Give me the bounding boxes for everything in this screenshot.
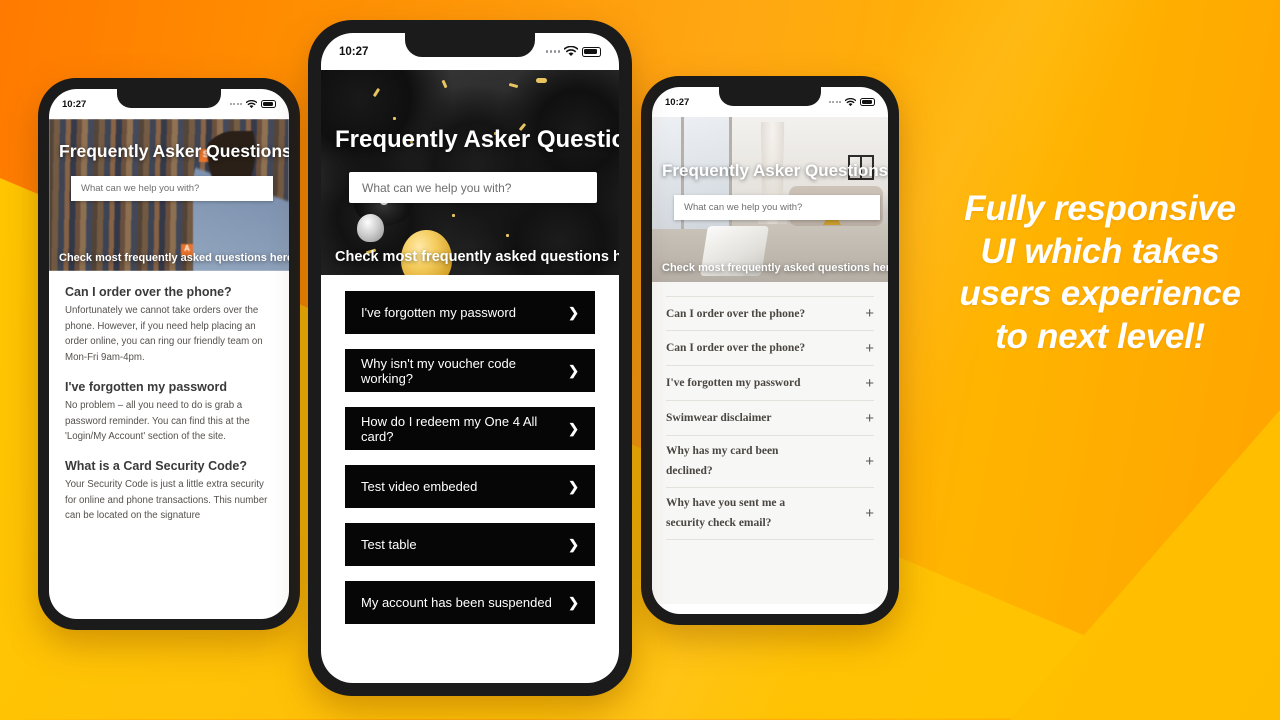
search-input-placeholder: What can we help you with? bbox=[684, 202, 803, 213]
accordion-item-label: Why has my card been declined? bbox=[666, 444, 779, 477]
search-input-placeholder: What can we help you with? bbox=[362, 180, 512, 195]
chevron-right-icon: ❯ bbox=[568, 420, 579, 436]
faq-button-label: Test video embeded bbox=[361, 479, 478, 494]
faq-button[interactable]: How do I redeem my One 4 All card? ❯ bbox=[345, 407, 595, 450]
photo-detail-confetti bbox=[452, 213, 456, 217]
wifi-icon bbox=[246, 99, 257, 108]
signal-dots-icon bbox=[545, 50, 560, 53]
chevron-right-icon: ❯ bbox=[568, 594, 579, 610]
accordion-item[interactable]: Can I order over the phone? + bbox=[666, 296, 874, 331]
faq-button-label: Test table bbox=[361, 537, 417, 552]
hero-title: Frequently Asker Questions bbox=[59, 141, 289, 161]
accordion-item[interactable]: Swimwear disclaimer + bbox=[666, 401, 874, 436]
accordion-item[interactable]: I've forgotten my password + bbox=[666, 366, 874, 401]
phone-center: 10:27 Frequently Asker Questio What can … bbox=[308, 20, 632, 696]
search-input[interactable]: What can we help you with? bbox=[349, 172, 597, 203]
photo-detail-silver-balloon bbox=[356, 213, 384, 243]
hero-banner: Frequently Asker Questions What can we h… bbox=[652, 117, 888, 282]
signal-dots-icon bbox=[229, 103, 242, 105]
accordion-item-label: I've forgotten my password bbox=[666, 377, 801, 389]
photo-detail-confetti bbox=[505, 234, 509, 237]
search-input-placeholder: What can we help you with? bbox=[81, 183, 200, 194]
wifi-icon bbox=[845, 97, 856, 106]
accordion-item-label: Can I order over the phone? bbox=[666, 342, 806, 354]
faq-answer: Your Security Code is just a little extr… bbox=[65, 479, 268, 522]
faq-button-list: I've forgotten my password ❯ Why isn't m… bbox=[321, 275, 619, 624]
status-bar-time: 10:27 bbox=[62, 98, 87, 110]
photo-detail-label-a1: A bbox=[219, 219, 232, 232]
status-bar-time: 10:27 bbox=[665, 96, 690, 108]
accordion-item[interactable]: Can I order over the phone? + bbox=[666, 331, 874, 366]
status-bar: 10:27 bbox=[652, 87, 888, 117]
signal-dots-icon bbox=[828, 101, 841, 103]
plus-icon[interactable]: + bbox=[865, 453, 874, 470]
accordion-item-label: Why have you sent me a security check em… bbox=[666, 496, 786, 529]
accordion-item-label: Swimwear disclaimer bbox=[666, 412, 772, 424]
faq-button-label: My account has been suspended bbox=[361, 595, 552, 610]
faq-button[interactable]: Test video embeded ❯ bbox=[345, 465, 595, 508]
chevron-right-icon: ❯ bbox=[568, 304, 579, 320]
faq-accordion-list: Can I order over the phone? + Can I orde… bbox=[652, 282, 888, 604]
search-input[interactable]: What can we help you with? bbox=[674, 195, 880, 220]
faq-button[interactable]: Why isn't my voucher code working? ❯ bbox=[345, 349, 595, 392]
hero-subtitle[interactable]: Check most frequently asked questions he… bbox=[59, 252, 289, 264]
faq-question: What is a Card Security Code? bbox=[65, 459, 247, 474]
accordion-item[interactable]: Why have you sent me a security check em… bbox=[666, 488, 874, 540]
faq-answer: No problem – all you need to do is grab … bbox=[65, 399, 250, 443]
status-bar: 10:27 bbox=[49, 89, 289, 119]
hero-subtitle[interactable]: Check most frequently asked questions he… bbox=[662, 262, 888, 274]
faq-button[interactable]: I've forgotten my password ❯ bbox=[345, 291, 595, 334]
faq-entry: What is a Card Security Code? Your Secur… bbox=[65, 459, 273, 524]
faq-answer: Unfortunately we cannot take orders over… bbox=[65, 305, 263, 364]
chevron-right-icon: ❯ bbox=[568, 536, 579, 552]
plus-icon[interactable]: + bbox=[865, 305, 874, 322]
faq-entry: I've forgotten my password No problem – … bbox=[65, 380, 273, 445]
status-bar: 10:27 bbox=[321, 33, 619, 70]
faq-article-list: Can I order over the phone? Unfortunatel… bbox=[49, 271, 289, 525]
chevron-right-icon: ❯ bbox=[568, 478, 579, 494]
battery-icon bbox=[860, 98, 875, 106]
faq-question: Can I order over the phone? bbox=[65, 285, 232, 299]
phone-left: 10:27 S A A Frequently Asker Questions W… bbox=[38, 78, 300, 630]
accordion-item-label: Can I order over the phone? bbox=[666, 307, 806, 320]
search-input[interactable]: What can we help you with? bbox=[71, 176, 273, 201]
faq-button-label: I've forgotten my password bbox=[361, 305, 516, 320]
faq-button[interactable]: My account has been suspended ❯ bbox=[345, 581, 595, 624]
hero-banner: Frequently Asker Questions What can we h… bbox=[321, 70, 619, 275]
hero-title: Frequently Asker Questions bbox=[335, 126, 619, 153]
battery-icon bbox=[261, 100, 276, 108]
promo-headline: Fully responsive UI which takes users ex… bbox=[959, 189, 1241, 357]
faq-entry: Can I order over the phone? Unfortunatel… bbox=[65, 285, 273, 366]
plus-icon[interactable]: + bbox=[865, 505, 874, 522]
faq-button[interactable]: Test table ❯ bbox=[345, 523, 595, 566]
plus-icon[interactable]: + bbox=[865, 340, 874, 357]
phone-left-screen: 10:27 S A A Frequently Asker Questions W… bbox=[49, 89, 289, 619]
phone-right-screen: 10:27 Frequently Asker Questions What ca… bbox=[652, 87, 888, 614]
phone-center-screen: 10:27 Frequently Asker Questio What can … bbox=[321, 33, 619, 683]
faq-button-label: Why isn't my voucher code working? bbox=[361, 355, 516, 386]
wifi-icon bbox=[564, 46, 578, 57]
phone-right: 10:27 Frequently Asker Questions What ca… bbox=[641, 76, 899, 625]
plus-icon[interactable]: + bbox=[865, 410, 874, 427]
hero-subtitle[interactable]: Check most frequently asked questions he… bbox=[335, 249, 619, 265]
plus-icon[interactable]: + bbox=[865, 375, 874, 392]
faq-button-label: How do I redeem my One 4 All card? bbox=[361, 413, 538, 444]
battery-icon bbox=[582, 46, 601, 57]
faq-question: I've forgotten my password bbox=[65, 379, 228, 394]
chevron-right-icon: ❯ bbox=[568, 362, 579, 378]
status-bar-time: 10:27 bbox=[339, 45, 369, 58]
hero-title: Frequently Asker Questions bbox=[662, 161, 888, 180]
accordion-item[interactable]: Why has my card been declined? + bbox=[666, 436, 874, 488]
hero-banner: S A A Frequently Asker Questions What ca… bbox=[49, 119, 289, 271]
